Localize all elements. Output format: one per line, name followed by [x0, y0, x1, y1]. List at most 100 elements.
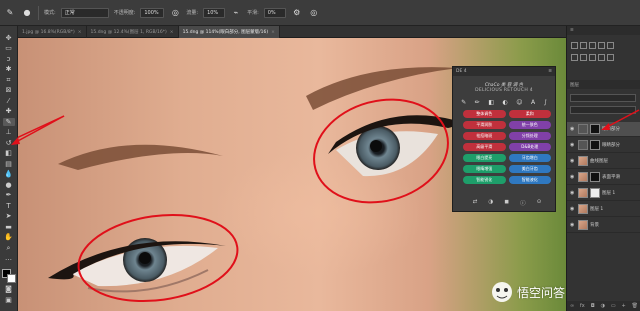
- brightness-icon[interactable]: [571, 42, 578, 49]
- mask-toggle-icon[interactable]: ◑: [488, 199, 493, 207]
- eye-icon[interactable]: ◉: [570, 158, 576, 164]
- path-select-tool-icon[interactable]: ➤: [3, 213, 15, 221]
- adjustment-layer-icon[interactable]: ◑: [601, 303, 605, 309]
- layer-row[interactable]: ◉ 曲线图层: [567, 154, 640, 169]
- brush-icon[interactable]: ✎: [461, 99, 466, 106]
- delicious-retouch-panel: DE 4 ≡ ChaCo 美 容 调 色 DELICIOUS RETOUCH 4…: [452, 66, 556, 212]
- trash-icon[interactable]: 🗑: [632, 303, 638, 309]
- type-tool-icon[interactable]: T: [3, 202, 15, 210]
- flip-icon[interactable]: ⇄: [473, 199, 478, 207]
- eye-icon[interactable]: ◉: [570, 190, 576, 196]
- right-eye-pupil: [370, 140, 382, 152]
- layers-panel-header: 图层: [567, 80, 640, 89]
- new-group-icon[interactable]: ▭: [611, 303, 616, 309]
- plugin-footer-icons: ⇄ ◑ ◼ ⓘ ⊙: [467, 199, 547, 207]
- plugin-action-button[interactable]: 牙齿增白: [508, 154, 551, 162]
- eye-icon[interactable]: ◉: [570, 174, 576, 180]
- plugin-action-button[interactable]: D&B处理: [508, 143, 551, 151]
- panel-menu-icon[interactable]: ≡: [548, 69, 552, 74]
- plugin-action-button[interactable]: 智能液化: [508, 176, 551, 184]
- layer-thumbnail: [578, 172, 588, 182]
- flow-label: 流量:: [186, 10, 199, 16]
- layer-row[interactable]: ◉ 表面平滑: [567, 170, 640, 185]
- plugin-action-button[interactable]: 统一肤色: [508, 121, 551, 129]
- eraser-icon[interactable]: ◧: [488, 99, 494, 106]
- layer-row[interactable]: ◉ 图层 1: [567, 186, 640, 201]
- fx-icon[interactable]: fx: [580, 303, 585, 309]
- layer-annotation-arrow: [601, 109, 640, 130]
- quick-mask-icon[interactable]: ◙: [3, 286, 15, 294]
- pressure-size-icon[interactable]: ◎: [308, 7, 320, 19]
- smoothing-label: 平滑:: [247, 10, 259, 16]
- threshold-icon[interactable]: [607, 54, 614, 61]
- close-icon[interactable]: ×: [170, 30, 174, 35]
- layer-mask-thumbnail: [590, 140, 600, 150]
- channel-mixer-icon[interactable]: [589, 54, 596, 61]
- pen-tool-icon[interactable]: ✒: [3, 192, 15, 200]
- shape-tool-icon[interactable]: ▬: [3, 223, 15, 231]
- pen-icon[interactable]: ✏: [475, 99, 480, 106]
- layer-row[interactable]: ◉ 图层 1: [567, 202, 640, 217]
- add-mask-icon[interactable]: ◘: [591, 303, 595, 309]
- shop-icon[interactable]: ⊙: [537, 199, 542, 207]
- plugin-action-button[interactable]: 柔和: [508, 110, 551, 118]
- plugin-action-button[interactable]: 分频处理: [508, 132, 551, 140]
- gradient-tool-icon[interactable]: ▤: [3, 160, 15, 168]
- hue-icon[interactable]: [598, 42, 605, 49]
- eye-icon[interactable]: ◉: [570, 206, 576, 212]
- layer-row[interactable]: ◉ 眼睛部分: [567, 138, 640, 153]
- opacity-field[interactable]: 100%: [140, 7, 165, 18]
- plugin-action-button[interactable]: 美白牙齿: [508, 165, 551, 173]
- blur-tool-icon[interactable]: 💧: [3, 171, 15, 179]
- pressure-opacity-icon[interactable]: ◎: [169, 7, 181, 19]
- hide-icon[interactable]: ◼: [504, 199, 509, 207]
- plugin-action-button[interactable]: 祛痘暗斑: [463, 132, 506, 140]
- eye-whitening-button[interactable]: 眼白提亮: [463, 154, 506, 162]
- airbrush-icon[interactable]: ⌁: [230, 7, 242, 19]
- mask-icon[interactable]: ◐: [502, 99, 507, 106]
- right-eyebrow: [306, 67, 458, 110]
- layer-name: 背景: [590, 223, 599, 228]
- text-icon[interactable]: A: [531, 99, 535, 106]
- bw-icon[interactable]: [571, 54, 578, 61]
- dodge-tool-icon[interactable]: ●: [3, 181, 15, 189]
- plugin-action-button[interactable]: 智能锐化: [463, 176, 506, 184]
- color-swatches[interactable]: [1, 269, 16, 283]
- layer-thumbnail: [578, 204, 588, 214]
- photo-filter-icon[interactable]: [580, 54, 587, 61]
- tab-label: 15.dng @ 12.4%(图层 1, RGB/16*): [90, 30, 167, 35]
- eye-icon[interactable]: ◉: [570, 222, 576, 228]
- hand-tool-icon[interactable]: ✋: [3, 234, 15, 242]
- plugin-action-button[interactable]: 高级平滑: [463, 143, 506, 151]
- left-eyebrow: [58, 144, 223, 170]
- chat-icon[interactable]: ☺: [516, 99, 522, 106]
- background-color[interactable]: [6, 274, 16, 283]
- info-icon[interactable]: ⓘ: [520, 199, 526, 207]
- tool-annotation-arrow: [11, 115, 65, 145]
- plugin-action-button[interactable]: 平滑润肤: [463, 121, 506, 129]
- link-icon[interactable]: ∞: [570, 303, 574, 309]
- layer-filter-select[interactable]: [570, 94, 636, 102]
- levels-icon[interactable]: [589, 42, 596, 49]
- signature-icon[interactable]: ∫: [544, 99, 547, 106]
- curves-icon[interactable]: [580, 42, 587, 49]
- screen-mode-icon[interactable]: ▣: [3, 296, 15, 304]
- close-icon[interactable]: ×: [271, 30, 275, 35]
- layer-row[interactable]: ◉ 背景: [567, 218, 640, 233]
- balance-icon[interactable]: [607, 42, 614, 49]
- zoom-tool-icon[interactable]: ⌕: [3, 244, 15, 252]
- more-tools-icon[interactable]: …: [3, 255, 15, 263]
- tab-document-3[interactable]: 15.dng @ 114%(眼白部分, 图层蒙版/16) ×: [178, 26, 280, 38]
- flow-field[interactable]: 10%: [203, 7, 226, 18]
- opacity-label: 不透明度:: [113, 10, 136, 16]
- plugin-action-button[interactable]: 整体调色: [463, 110, 506, 118]
- plugin-action-buttons: 整体调色 柔和 平滑润肤 统一肤色 祛痘暗斑 分频处理 高级平滑 D&B处理 眼…: [453, 110, 555, 184]
- invert-icon[interactable]: [598, 54, 605, 61]
- smoothing-field[interactable]: 0%: [263, 7, 286, 18]
- tab-document-2[interactable]: 15.dng @ 12.4%(图层 1, RGB/16*) ×: [87, 26, 179, 38]
- eye-enhance-button[interactable]: 眼睛增强: [463, 165, 506, 173]
- new-layer-icon[interactable]: +: [622, 303, 626, 309]
- plugin-title-line2: DELICIOUS RETOUCH 4: [475, 88, 533, 93]
- gear-icon[interactable]: ⚙: [291, 7, 303, 19]
- eye-icon[interactable]: ◉: [570, 142, 576, 148]
